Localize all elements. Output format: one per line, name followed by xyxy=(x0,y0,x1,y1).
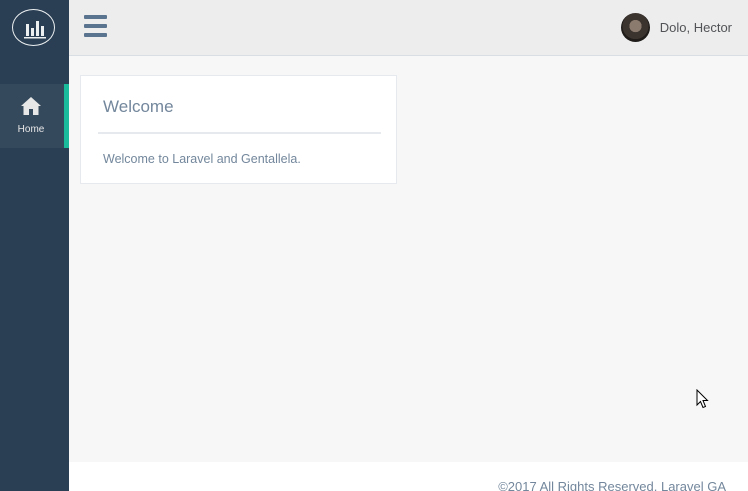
bar-chart-icon xyxy=(24,21,46,39)
panel-divider xyxy=(98,132,381,134)
sidebar-item-label: Home xyxy=(17,124,45,135)
sidebar-item-home[interactable] xyxy=(0,84,69,148)
user-avatar xyxy=(620,13,650,42)
sidebar: Home xyxy=(0,0,69,491)
hamburger-icon[interactable] xyxy=(84,15,107,37)
panel-title: Welcome xyxy=(103,97,174,116)
home-icon xyxy=(21,97,41,115)
footer: ©2017 All Rights Reserved. Laravel GA xyxy=(69,462,748,491)
active-indicator xyxy=(64,84,69,148)
logo[interactable] xyxy=(12,9,55,46)
user-menu[interactable]: Dolo, Hector xyxy=(620,13,732,42)
topbar: Dolo, Hector xyxy=(69,0,748,56)
footer-text: ©2017 All Rights Reserved. Laravel GA xyxy=(498,479,726,491)
user-name: Dolo, Hector xyxy=(659,20,732,35)
welcome-panel: Welcome Welcome to Laravel and Gentallel… xyxy=(80,75,397,184)
app: Home Dolo, Hector Welcome Welcome to Lar… xyxy=(0,0,748,491)
panel-body: Welcome to Laravel and Gentallela. xyxy=(103,152,301,166)
mouse-cursor-icon xyxy=(696,389,709,409)
